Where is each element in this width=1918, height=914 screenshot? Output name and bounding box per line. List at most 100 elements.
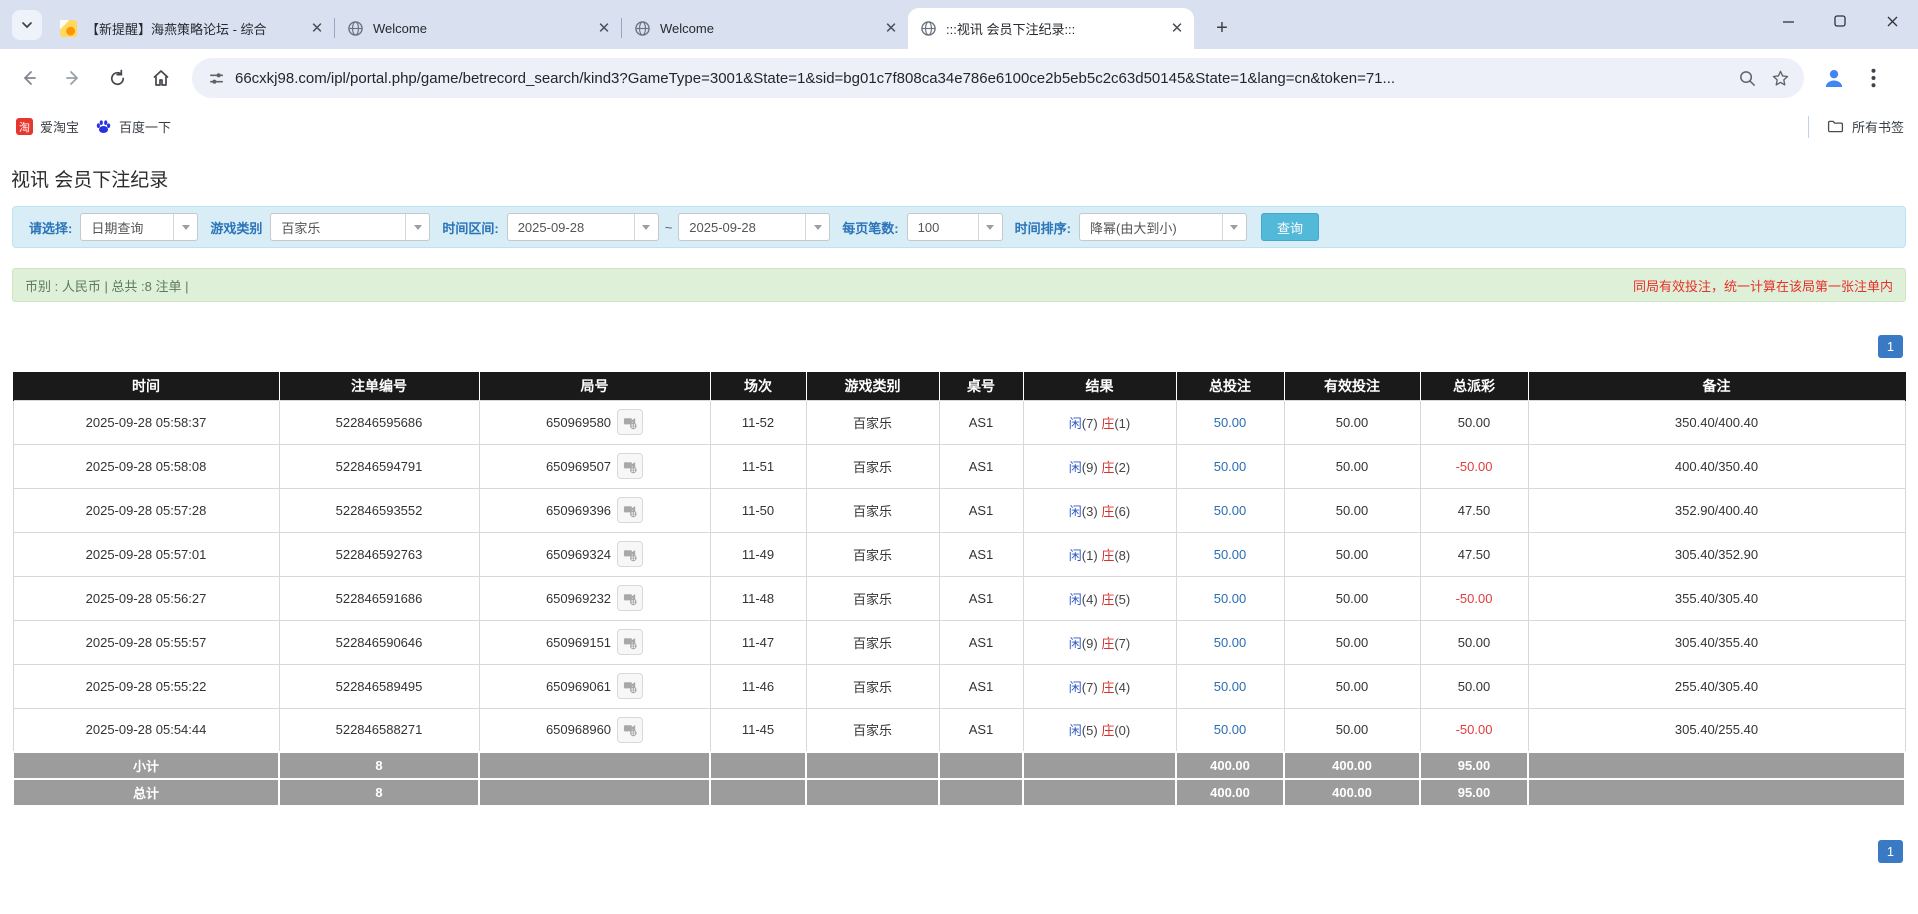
close-tab-icon[interactable]: ✕ bbox=[1168, 20, 1186, 38]
pagination-page-1-top[interactable]: 1 bbox=[1878, 335, 1903, 358]
close-tab-icon[interactable]: ✕ bbox=[882, 20, 900, 38]
subtotal-row: 小计8400.00400.0095.00 bbox=[13, 752, 1905, 779]
url-text[interactable]: 66cxkj98.com/ipl/portal.php/game/betreco… bbox=[235, 70, 1738, 87]
total-bet-link[interactable]: 50.00 bbox=[1214, 591, 1247, 606]
tab-title: 【新提醒】海燕策略论坛 - 综合 bbox=[86, 19, 308, 38]
round-id-text: 650969232 bbox=[546, 591, 611, 606]
page-size-value: 100 bbox=[908, 214, 978, 240]
maximize-button[interactable] bbox=[1814, 0, 1866, 42]
reload-button[interactable] bbox=[102, 63, 132, 93]
column-header-3: 场次 bbox=[710, 372, 806, 400]
tab-bet-records-active[interactable]: :::视讯 会员下注纪录::: ✕ bbox=[908, 8, 1194, 49]
date-to-select[interactable]: 2025-09-28 bbox=[678, 213, 830, 241]
round-id-text: 650969507 bbox=[546, 459, 611, 474]
total-bet-link[interactable]: 50.00 bbox=[1214, 415, 1247, 430]
tab-welcome-2[interactable]: Welcome ✕ bbox=[622, 8, 908, 49]
cell-time: 2025-09-28 05:58:08 bbox=[13, 444, 279, 488]
close-tab-icon[interactable]: ✕ bbox=[595, 20, 613, 38]
cell-payout: 50.00 bbox=[1420, 400, 1528, 444]
cell-result: 闲(5) 庄(0) bbox=[1023, 708, 1176, 752]
cell-total-bet[interactable]: 50.00 bbox=[1176, 664, 1284, 708]
search-button[interactable]: 查询 bbox=[1261, 213, 1319, 241]
film-icon bbox=[623, 415, 638, 430]
video-replay-button[interactable] bbox=[617, 585, 643, 611]
bookmark-star-icon[interactable] bbox=[1771, 69, 1790, 88]
page-title: 视讯 会员下注纪录 bbox=[11, 165, 168, 192]
cell-session: 11-49 bbox=[710, 532, 806, 576]
home-button[interactable] bbox=[146, 63, 176, 93]
query-mode-select[interactable]: 日期查询 bbox=[80, 213, 198, 241]
chevron-down-icon bbox=[634, 214, 658, 240]
sort-select[interactable]: 降幂(由大到小) bbox=[1079, 213, 1247, 241]
cell-total-bet[interactable]: 50.00 bbox=[1176, 400, 1284, 444]
film-icon bbox=[623, 459, 638, 474]
all-bookmarks[interactable]: 所有书签 bbox=[1808, 116, 1904, 138]
close-tab-icon[interactable]: ✕ bbox=[308, 20, 326, 38]
page-size-select[interactable]: 100 bbox=[907, 213, 1003, 241]
cell-round-id: 650969396 bbox=[479, 488, 710, 532]
result-banker: 庄 bbox=[1101, 723, 1114, 738]
query-mode-value: 日期查询 bbox=[81, 214, 173, 240]
profile-avatar-icon[interactable] bbox=[1822, 66, 1846, 90]
video-replay-button[interactable] bbox=[617, 453, 643, 479]
subtotal-row-cell-7: 400.00 bbox=[1176, 752, 1284, 779]
video-replay-button[interactable] bbox=[617, 541, 643, 567]
film-icon bbox=[623, 547, 638, 562]
cell-remark: 305.40/255.40 bbox=[1528, 708, 1905, 752]
bet-records-table: 时间注单编号局号场次游戏类别桌号结果总投注有效投注总派彩备注 2025-09-2… bbox=[12, 372, 1906, 807]
cell-total-bet[interactable]: 50.00 bbox=[1176, 532, 1284, 576]
total-bet-link[interactable]: 50.00 bbox=[1214, 722, 1247, 737]
cell-session: 11-51 bbox=[710, 444, 806, 488]
cell-total-bet[interactable]: 50.00 bbox=[1176, 488, 1284, 532]
total-row-cell-7: 400.00 bbox=[1176, 779, 1284, 806]
close-window-button[interactable] bbox=[1866, 0, 1918, 42]
cell-valid-bet: 50.00 bbox=[1284, 708, 1420, 752]
result-player: 闲 bbox=[1069, 723, 1082, 738]
cell-total-bet[interactable]: 50.00 bbox=[1176, 576, 1284, 620]
date-from-select[interactable]: 2025-09-28 bbox=[507, 213, 659, 241]
tab-welcome-1[interactable]: Welcome ✕ bbox=[335, 8, 621, 49]
total-bet-link[interactable]: 50.00 bbox=[1214, 547, 1247, 562]
game-type-select[interactable]: 百家乐 bbox=[270, 213, 430, 241]
total-bet-link[interactable]: 50.00 bbox=[1214, 679, 1247, 694]
total-bet-link[interactable]: 50.00 bbox=[1214, 503, 1247, 518]
bookmark-baidu[interactable]: 百度一下 bbox=[95, 117, 171, 136]
cell-total-bet[interactable]: 50.00 bbox=[1176, 708, 1284, 752]
address-bar[interactable]: 66cxkj98.com/ipl/portal.php/game/betreco… bbox=[192, 58, 1804, 98]
site-info-icon[interactable] bbox=[208, 70, 225, 87]
tab-forum[interactable]: 【新提醒】海燕策略论坛 - 综合 ✕ bbox=[48, 8, 334, 49]
new-tab-button[interactable]: + bbox=[1208, 14, 1236, 42]
video-replay-button[interactable] bbox=[617, 409, 643, 435]
video-replay-button[interactable] bbox=[617, 497, 643, 523]
video-replay-button[interactable] bbox=[617, 717, 643, 743]
cell-game-type: 百家乐 bbox=[806, 444, 939, 488]
minimize-button[interactable] bbox=[1762, 0, 1814, 42]
video-replay-button[interactable] bbox=[617, 629, 643, 655]
cell-total-bet[interactable]: 50.00 bbox=[1176, 444, 1284, 488]
bookmark-taobao[interactable]: 淘 爱淘宝 bbox=[16, 117, 79, 136]
bookmark-label: 百度一下 bbox=[119, 117, 171, 136]
total-row: 总计8400.00400.0095.00 bbox=[13, 779, 1905, 806]
result-banker: 庄 bbox=[1101, 548, 1114, 563]
column-header-4: 游戏类别 bbox=[806, 372, 939, 400]
cell-total-bet[interactable]: 50.00 bbox=[1176, 620, 1284, 664]
menu-kebab-icon[interactable] bbox=[1862, 68, 1884, 88]
cell-game-type: 百家乐 bbox=[806, 620, 939, 664]
payout-value: 47.50 bbox=[1458, 503, 1491, 518]
pagination-page-1-bottom[interactable]: 1 bbox=[1878, 840, 1903, 863]
cell-round-id: 650969061 bbox=[479, 664, 710, 708]
total-bet-link[interactable]: 50.00 bbox=[1214, 635, 1247, 650]
cell-result: 闲(3) 庄(6) bbox=[1023, 488, 1176, 532]
video-replay-button[interactable] bbox=[617, 673, 643, 699]
bookmarks-separator bbox=[1808, 116, 1809, 138]
tab-search-button[interactable] bbox=[12, 10, 42, 40]
back-button[interactable] bbox=[14, 63, 44, 93]
forward-button[interactable] bbox=[58, 63, 88, 93]
cell-game-type: 百家乐 bbox=[806, 576, 939, 620]
bookmark-label: 爱淘宝 bbox=[40, 117, 79, 136]
total-bet-link[interactable]: 50.00 bbox=[1214, 459, 1247, 474]
cell-payout: -50.00 bbox=[1420, 576, 1528, 620]
cell-remark: 255.40/305.40 bbox=[1528, 664, 1905, 708]
range-separator: ~ bbox=[665, 220, 673, 235]
zoom-icon[interactable] bbox=[1738, 69, 1757, 88]
